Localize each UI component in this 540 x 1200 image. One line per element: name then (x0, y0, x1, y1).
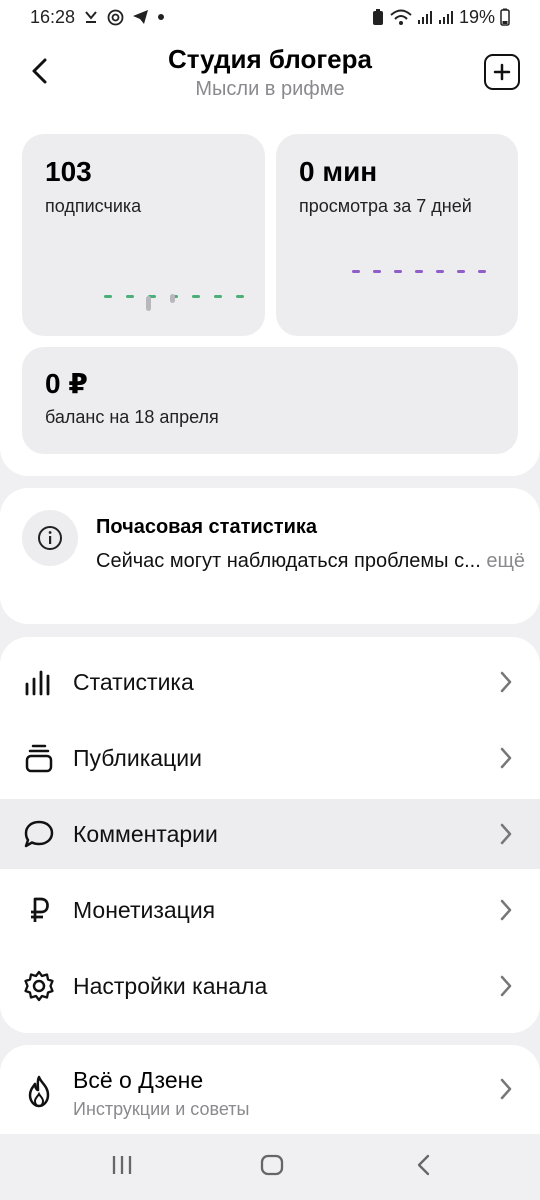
chevron-right-icon (496, 822, 516, 846)
notice-text: Сейчас могут наблюдаться проблемы с... е… (96, 546, 526, 576)
hourly-stats-notice[interactable]: Почасовая статистика Сейчас могут наблюд… (0, 488, 540, 624)
at-sign-icon (107, 9, 124, 26)
views-value: 0 мин (299, 156, 378, 187)
views-sparkline-dash (352, 270, 360, 273)
subscribers-sparkline-bar (170, 294, 175, 303)
about-subtitle: Инструкции и советы (73, 1099, 250, 1119)
menu-item-label: Настройки канала (73, 972, 268, 999)
about-title: Всё о Дзене (73, 1067, 204, 1093)
menu-item-monetization[interactable]: Монетизация (0, 875, 540, 945)
subscribers-sparkline-dash (236, 295, 244, 298)
subscribers-sparkline-dash (104, 295, 112, 298)
views-sparkline-dash (415, 270, 423, 273)
views-sparkline (352, 270, 486, 273)
subscribers-sparkline-dash (214, 295, 222, 298)
views-label: просмотра за 7 дней (299, 196, 472, 216)
battery-percent: 19% (458, 6, 495, 27)
subscribers-sparkline-dash (192, 295, 200, 298)
chat-bubble-icon (22, 817, 56, 851)
back-icon[interactable] (406, 1150, 442, 1180)
views-sparkline-dash (478, 270, 486, 273)
balance-label: баланс на 18 апреля (45, 407, 219, 427)
system-nav-bar (0, 1134, 540, 1200)
signal-icon (417, 9, 433, 25)
notice-body: Сейчас могут наблюдаться проблемы с... (96, 550, 481, 572)
battery-saver-icon (371, 8, 385, 26)
plus-square-icon[interactable] (484, 54, 520, 90)
chevron-right-icon (496, 898, 516, 922)
chevron-right-icon (496, 746, 516, 770)
views-card[interactable]: 0 мин просмотра за 7 дней (276, 134, 518, 336)
signal-icon (438, 9, 454, 25)
balance-card[interactable]: 0 ₽ баланс на 18 апреля (22, 347, 518, 454)
ruble-icon (22, 893, 56, 927)
telegram-icon (132, 9, 149, 25)
recents-icon[interactable] (104, 1150, 140, 1180)
menu-item-label: Монетизация (73, 896, 216, 923)
chevron-right-icon (496, 670, 516, 694)
battery-icon (500, 8, 510, 26)
notice-title: Почасовая статистика (96, 516, 318, 538)
missed-call-icon (83, 9, 99, 25)
subscribers-sparkline (104, 294, 244, 311)
views-sparkline-dash (436, 270, 444, 273)
subscribers-sparkline-bar (146, 296, 151, 311)
channel-name: Мысли в рифме (195, 78, 345, 100)
header: Студия блогера Мысли в рифме (0, 34, 540, 114)
gear-icon (22, 969, 56, 1003)
chevron-right-icon (496, 974, 516, 998)
menu-item-comments[interactable]: Комментарии (0, 799, 540, 869)
chevron-right-icon (496, 1077, 516, 1101)
subscribers-label: подписчика (45, 196, 142, 216)
menu-item-statistics[interactable]: Статистика (0, 647, 540, 717)
subscribers-sparkline-dash (126, 295, 134, 298)
subscribers-card[interactable]: 103 подписчика (22, 134, 265, 336)
subscribers-value: 103 (45, 156, 92, 187)
status-bar: 16:28 19% (0, 0, 540, 34)
menu-item-channel-settings[interactable]: Настройки канала (0, 951, 540, 1021)
bar-chart-icon (22, 665, 56, 699)
dot-icon (157, 13, 165, 21)
menu-item-label: Комментарии (73, 820, 218, 847)
status-time: 16:28 (30, 6, 76, 27)
about-dzen-item[interactable]: Всё о Дзене Инструкции и советы (0, 1045, 540, 1145)
flame-icon (22, 1075, 56, 1109)
menu-item-label: Публикации (73, 744, 202, 771)
menu-item-publications[interactable]: Публикации (0, 723, 540, 793)
stats-section: Студия блогера Мысли в рифме 103 подписч… (0, 34, 540, 476)
home-icon[interactable] (254, 1150, 290, 1180)
wifi-icon (390, 9, 412, 26)
page-title: Студия блогера (168, 44, 372, 74)
studio-menu: Статистика Публикации Комментарии Монети… (0, 637, 540, 1033)
menu-item-label: Статистика (73, 668, 194, 695)
views-sparkline-dash (457, 270, 465, 273)
info-icon (22, 510, 78, 566)
balance-value: 0 ₽ (45, 368, 88, 399)
stack-icon (22, 741, 56, 775)
views-sparkline-dash (394, 270, 402, 273)
views-sparkline-dash (373, 270, 381, 273)
notice-more-link[interactable]: ещё (486, 550, 525, 572)
